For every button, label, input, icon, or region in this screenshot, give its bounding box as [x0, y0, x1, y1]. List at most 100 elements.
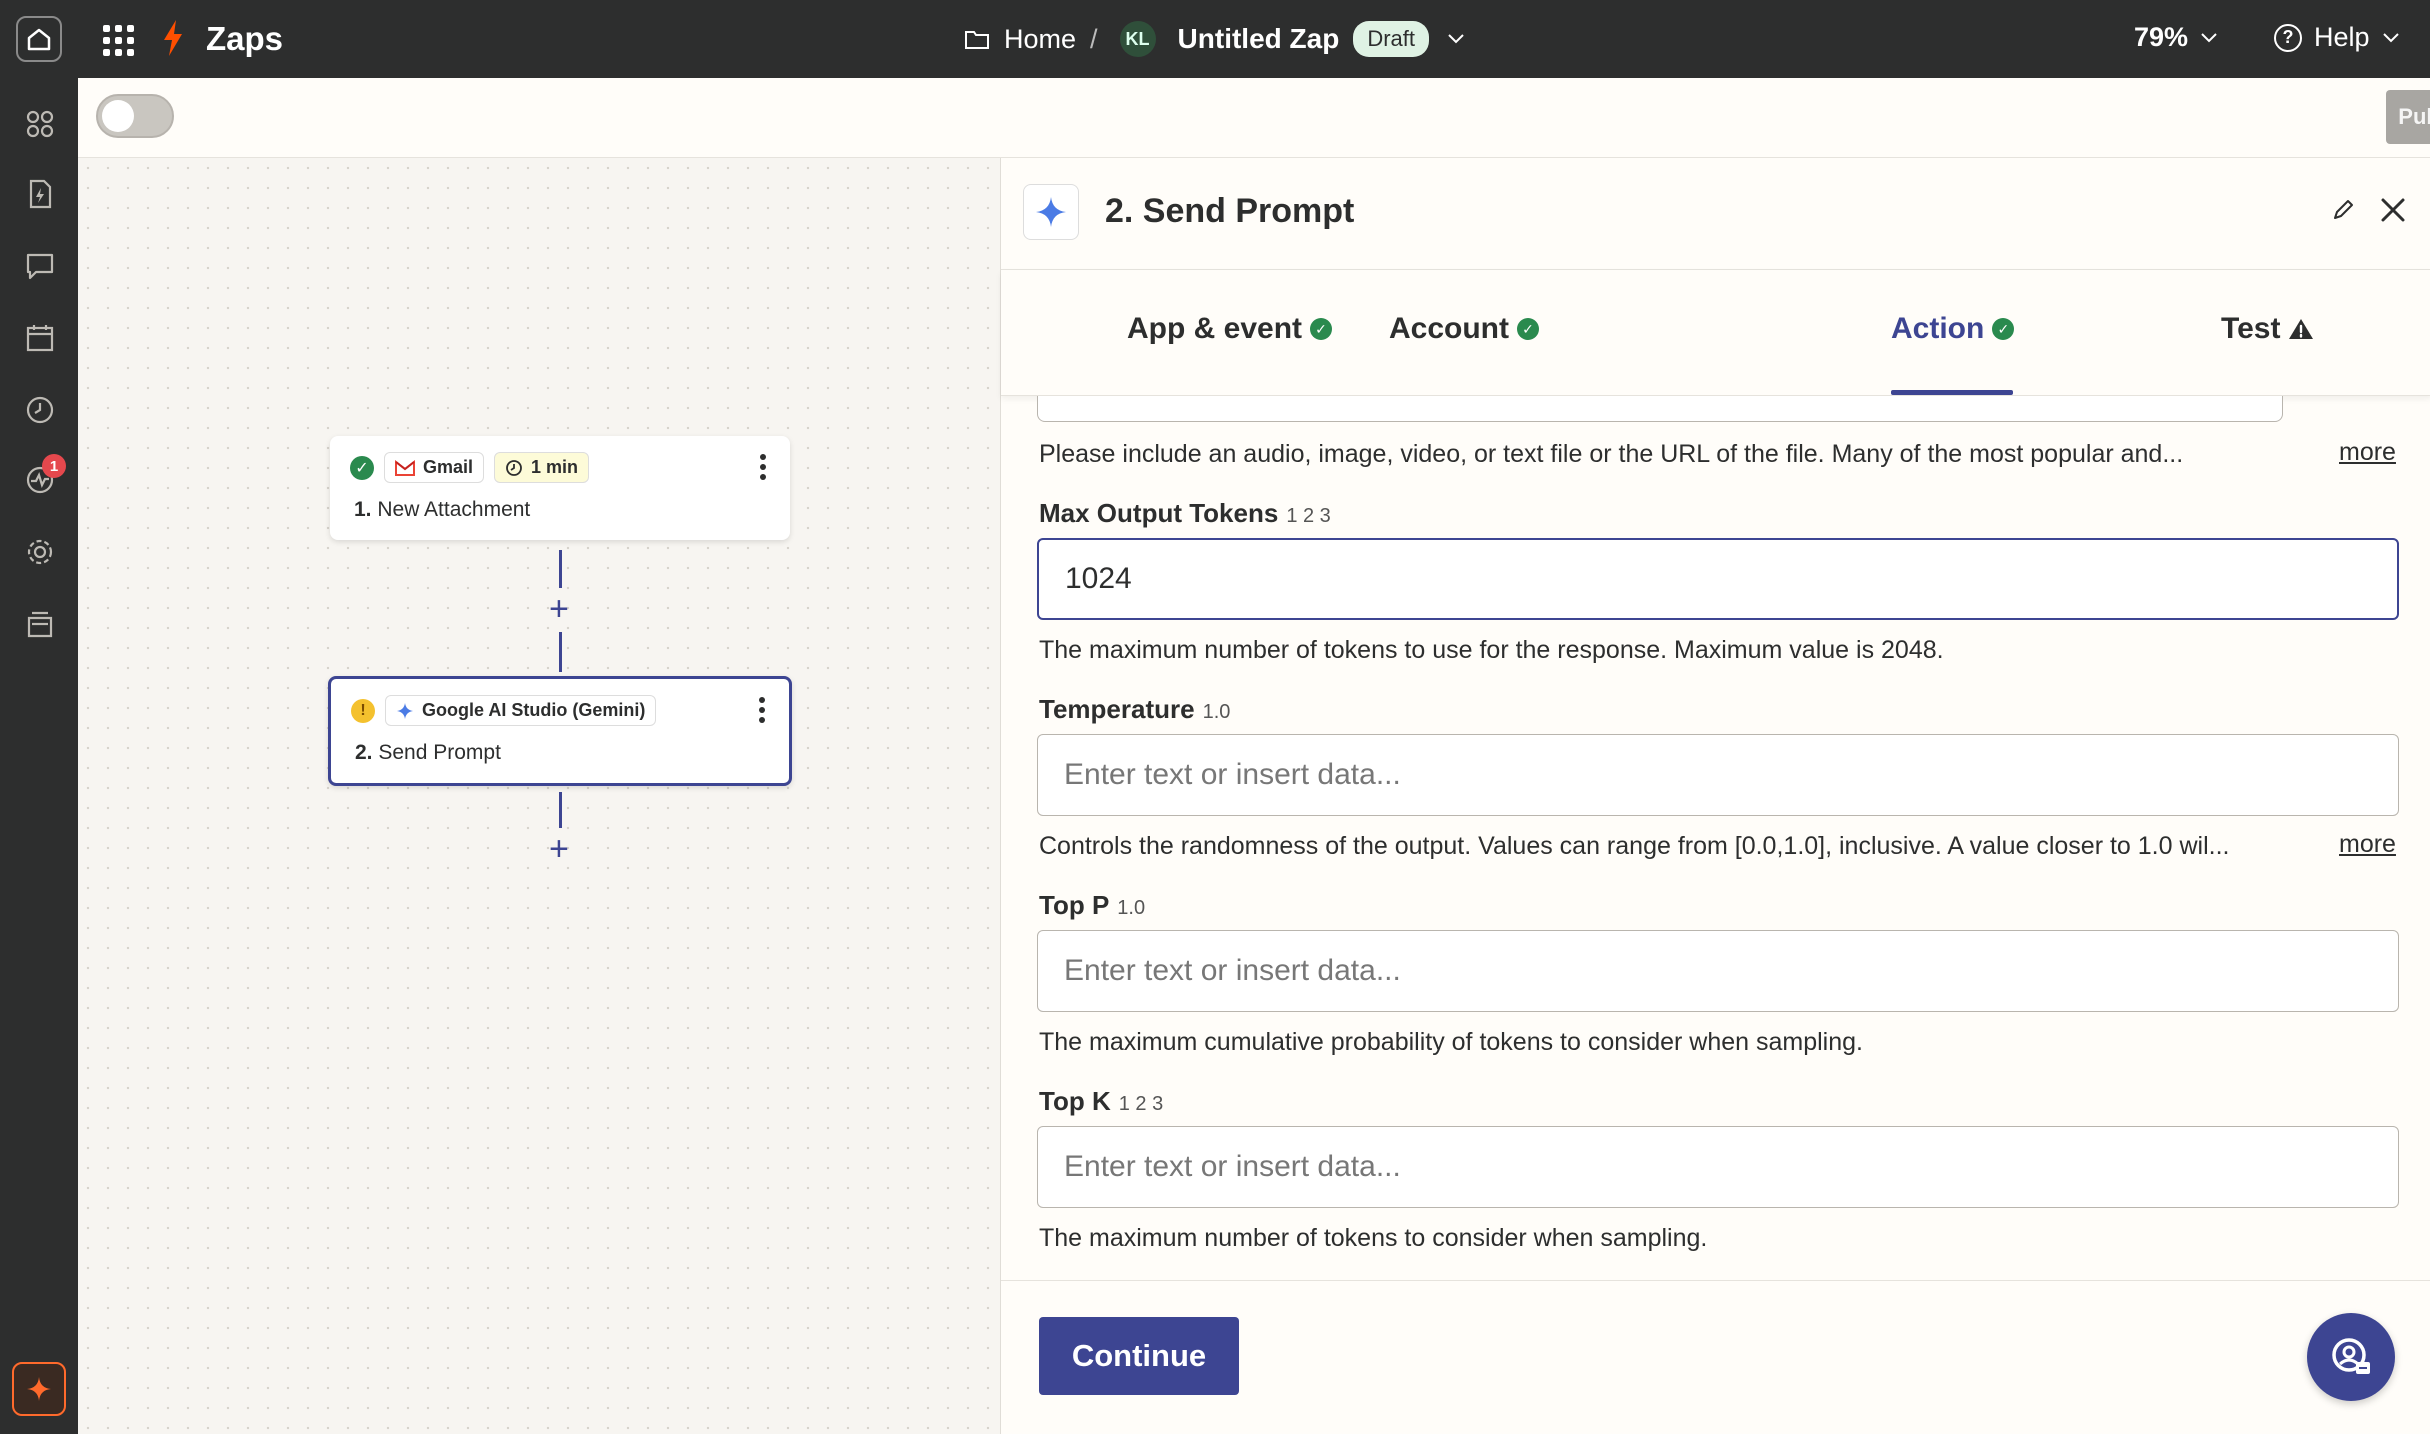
- tab-test[interactable]: Test: [2221, 312, 2314, 346]
- zoom-dropdown[interactable]: 79%: [2134, 22, 2218, 53]
- toggle-knob: [102, 100, 134, 132]
- step-name: Send Prompt: [378, 741, 501, 764]
- sparkle-icon: [27, 1377, 51, 1401]
- breadcrumb: Home / KL Untitled Zap Draft: [964, 18, 1465, 60]
- zap-canvas[interactable]: ✓ Gmail 1 min 1. New Attachment + ! Goog…: [78, 158, 1000, 1434]
- chat-icon[interactable]: [24, 250, 56, 282]
- check-circle-icon: ✓: [1517, 318, 1539, 340]
- check-circle-icon: ✓: [350, 455, 374, 480]
- zap-on-off-toggle[interactable]: [96, 94, 174, 138]
- zap-file-icon[interactable]: [24, 178, 56, 210]
- app-name: Gmail: [423, 457, 474, 477]
- close-icon[interactable]: [2379, 196, 2407, 224]
- check-circle-icon: ✓: [1992, 318, 2015, 340]
- field-label-top-p: Top P 1.0: [1039, 890, 1145, 921]
- publish-button[interactable]: Publish: [2386, 90, 2430, 144]
- panel-footer: Continue: [1001, 1280, 2430, 1434]
- max-output-tokens-input[interactable]: [1037, 538, 2399, 620]
- more-vertical-icon[interactable]: [759, 697, 767, 723]
- top-bar: Zaps Home / KL Untitled Zap Draft 79% ? …: [0, 0, 2430, 78]
- field-label-temperature: Temperature 1.0: [1039, 694, 1230, 725]
- apps-grid-icon[interactable]: [100, 22, 134, 56]
- bolt-icon: [164, 20, 182, 56]
- apps-icon[interactable]: [24, 108, 56, 140]
- file-help-text: Please include an audio, image, video, o…: [1039, 440, 2184, 468]
- left-rail: 1: [0, 78, 78, 1434]
- field-type-hint: 1.0: [1202, 701, 1231, 723]
- archive-icon[interactable]: [24, 608, 56, 640]
- field-type-hint: 1.0: [1117, 897, 1146, 919]
- step-header: ✓ Gmail 1 min: [350, 452, 590, 483]
- warning-triangle-icon: [2289, 319, 2314, 339]
- step-title: 2. Send Prompt: [355, 741, 501, 765]
- step-card-1[interactable]: ✓ Gmail 1 min 1. New Attachment: [330, 436, 790, 540]
- app-chip: Google AI Studio (Gemini): [385, 695, 657, 726]
- calendar-icon[interactable]: [24, 322, 56, 354]
- breadcrumb-home[interactable]: Home: [1004, 24, 1076, 55]
- file-input-field[interactable]: [1037, 396, 2283, 422]
- support-agent-icon: [2332, 1338, 2370, 1374]
- step-card-2[interactable]: ! Google AI Studio (Gemini) 2. Send Prom…: [328, 676, 792, 786]
- add-step-button[interactable]: +: [549, 592, 569, 626]
- support-chat-button[interactable]: [2307, 1313, 2395, 1401]
- field-label-max-output-tokens: Max Output Tokens 1 2 3: [1039, 498, 1331, 529]
- copilot-button[interactable]: [12, 1362, 66, 1416]
- field-help-text: The maximum cumulative probability of to…: [1039, 1028, 1863, 1056]
- continue-button[interactable]: Continue: [1039, 1317, 1239, 1395]
- tab-label: App & event: [1127, 312, 1303, 345]
- step-editor-panel: 2. Send Prompt App & event ✓ Account ✓ A…: [1000, 158, 2430, 1434]
- gmail-icon: [395, 459, 415, 476]
- more-vertical-icon[interactable]: [760, 454, 768, 480]
- active-tab-indicator: [1891, 390, 2013, 395]
- breadcrumb-separator: /: [1090, 23, 1098, 54]
- chevron-down-icon[interactable]: [1447, 33, 1465, 45]
- pencil-icon[interactable]: [2331, 198, 2355, 222]
- panel-title[interactable]: 2. Send Prompt: [1105, 192, 1354, 231]
- connector-line: [559, 792, 562, 828]
- tab-action[interactable]: Action ✓: [1891, 312, 2015, 346]
- notification-badge: 1: [42, 454, 66, 478]
- more-link[interactable]: more: [2339, 830, 2396, 859]
- sparkle-icon: [397, 702, 413, 719]
- clock-icon: [506, 459, 522, 476]
- step-tabs: App & event ✓ Account ✓ Action ✓ Test: [1001, 270, 2430, 396]
- folder-icon: [965, 31, 989, 49]
- label-text: Max Output Tokens: [1039, 498, 1279, 528]
- label-text: Temperature: [1039, 694, 1195, 724]
- poll-interval: 1 min: [531, 457, 579, 477]
- connector-line: [559, 632, 562, 672]
- field-help-text: Controls the randomness of the output. V…: [1039, 832, 2230, 860]
- top-p-input[interactable]: [1037, 930, 2399, 1012]
- tab-account[interactable]: Account ✓: [1389, 312, 1539, 346]
- step-header: ! Google AI Studio (Gemini): [351, 695, 657, 726]
- connector-line: [559, 550, 562, 588]
- step-title: 1. New Attachment: [354, 498, 530, 522]
- field-help-text: The maximum number of tokens to consider…: [1039, 1224, 1708, 1252]
- status-badge: Draft: [1353, 21, 1429, 57]
- step-number: 1.: [354, 498, 372, 521]
- chevron-down-icon: [2382, 32, 2399, 42]
- history-icon[interactable]: [24, 394, 56, 426]
- home-button[interactable]: [16, 16, 62, 62]
- check-circle-icon: ✓: [1310, 318, 1333, 340]
- brand-title[interactable]: Zaps: [206, 20, 283, 58]
- tab-label: Action: [1891, 312, 1985, 345]
- gear-icon[interactable]: [24, 536, 56, 568]
- tab-app-event[interactable]: App & event ✓: [1127, 312, 1333, 346]
- add-step-button[interactable]: +: [549, 832, 569, 866]
- chevron-down-icon: [2201, 32, 2217, 42]
- app-name: Google AI Studio (Gemini): [422, 700, 646, 720]
- more-link[interactable]: more: [2339, 438, 2396, 467]
- help-menu[interactable]: ? Help: [2274, 22, 2400, 53]
- editor-toolbar: Publish: [78, 78, 2430, 158]
- owner-avatar: KL: [1119, 21, 1156, 57]
- tab-label: Test: [2221, 312, 2281, 345]
- temperature-input[interactable]: [1037, 734, 2399, 816]
- zap-name[interactable]: Untitled Zap: [1178, 23, 1340, 55]
- label-text: Top P: [1039, 890, 1110, 920]
- top-k-input[interactable]: [1037, 1126, 2399, 1208]
- panel-header: 2. Send Prompt: [1001, 158, 2430, 270]
- field-type-hint: 1 2 3: [1286, 505, 1331, 527]
- field-type-hint: 1 2 3: [1118, 1093, 1164, 1115]
- field-help-text: The maximum number of tokens to use for …: [1039, 636, 1944, 664]
